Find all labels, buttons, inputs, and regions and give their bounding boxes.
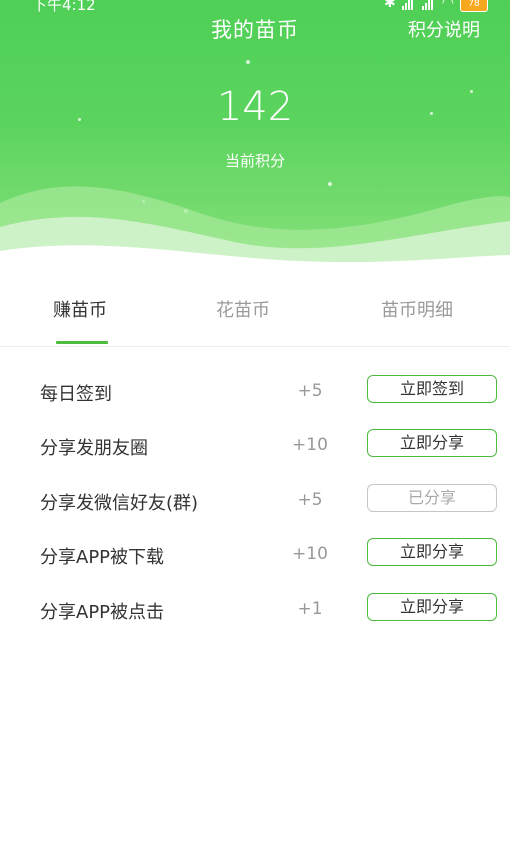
task-name: 分享发微信好友(群) <box>40 493 199 514</box>
task-row: 每日签到 +5 立即签到 <box>0 373 510 413</box>
task-row: 分享APP被点击 +1 立即分享 <box>0 591 510 631</box>
task-name: 分享APP被下载 <box>40 547 165 568</box>
current-points-value: 142 <box>216 84 294 130</box>
battery-icon: 78 <box>460 0 488 12</box>
status-icons: ✱ ◠ 78 <box>384 0 488 12</box>
active-tab-indicator <box>56 341 108 344</box>
task-row: 分享发朋友圈 +10 立即分享 <box>0 427 510 467</box>
shared-status-button: 已分享 <box>367 484 497 512</box>
status-time: 下午4:12 <box>32 0 96 12</box>
signal-icon <box>401 0 416 10</box>
current-points-label: 当前积分 <box>224 152 285 170</box>
share-download-button[interactable]: 立即分享 <box>367 538 497 566</box>
wave-decoration <box>0 186 510 275</box>
task-name: 分享APP被点击 <box>40 602 165 623</box>
task-row: 分享发微信好友(群) +5 已分享 <box>0 482 510 522</box>
wifi-icon: ◠ <box>441 0 454 11</box>
points-rules-link[interactable]: 积分说明 <box>408 16 480 42</box>
share-click-button[interactable]: 立即分享 <box>367 593 497 621</box>
task-points: +5 <box>297 381 323 401</box>
daily-checkin-button[interactable]: 立即签到 <box>367 375 497 403</box>
task-row: 分享APP被下载 +10 立即分享 <box>0 536 510 576</box>
tab-earn[interactable]: 赚苗币 <box>53 296 107 322</box>
points-header: 下午4:12 ✱ ◠ 78 我的苗币 积分说明 142 当前积分 <box>0 0 510 275</box>
tab-details[interactable]: 苗币明细 <box>381 296 453 322</box>
task-name: 每日签到 <box>40 384 112 405</box>
signal-icon <box>421 0 436 10</box>
task-points: +10 <box>292 544 328 564</box>
task-name: 分享发朋友圈 <box>40 438 148 459</box>
sparkle-decoration <box>246 60 250 64</box>
status-bar: 下午4:12 ✱ ◠ 78 <box>0 0 510 12</box>
task-points: +1 <box>297 599 323 619</box>
tab-spend[interactable]: 花苗币 <box>216 296 270 322</box>
task-points: +5 <box>297 490 323 510</box>
task-points: +10 <box>292 435 328 455</box>
tab-bar: 赚苗币 花苗币 苗币明细 <box>0 282 510 347</box>
bluetooth-icon: ✱ <box>384 0 396 11</box>
share-moments-button[interactable]: 立即分享 <box>367 429 497 457</box>
